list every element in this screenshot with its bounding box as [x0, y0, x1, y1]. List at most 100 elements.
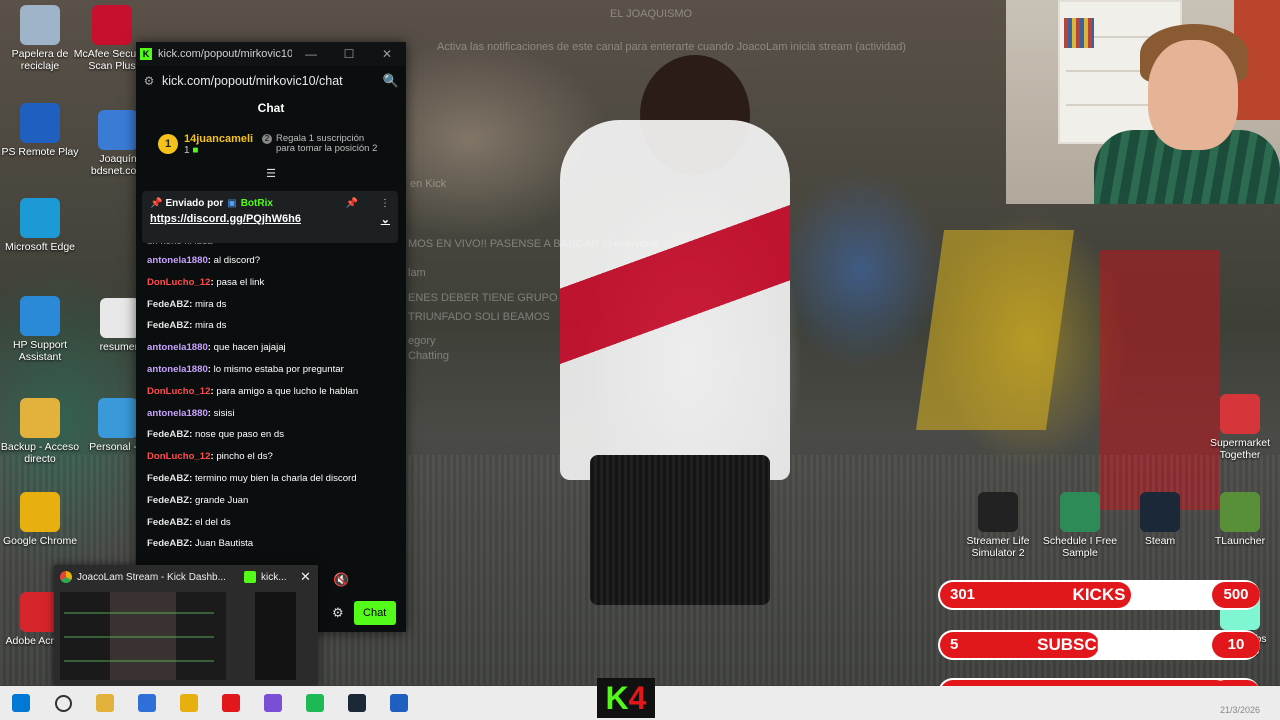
desktop-icon[interactable]: TLauncher [1200, 492, 1280, 547]
site-settings-icon[interactable]: ⚙ [136, 74, 162, 88]
chat-username[interactable]: antonela1880 [147, 255, 208, 266]
collapse-leaderboard-icon[interactable]: ☰ [136, 168, 406, 182]
pinned-bot-name[interactable]: BotRix [241, 198, 273, 209]
pinned-message[interactable]: 📌 Enviado por ▣ BotRix 📌 ⋮ https://disco… [142, 191, 398, 243]
chat-username[interactable]: FedeABZ [147, 538, 189, 549]
maximize-button[interactable]: ☐ [330, 47, 368, 61]
document-icon [100, 298, 140, 338]
taskbar-button[interactable] [42, 686, 84, 720]
streamer-life-icon [978, 492, 1018, 532]
rank-two-icon: 2 [262, 134, 272, 144]
desktop-icon[interactable]: Steam [1120, 492, 1200, 547]
chat-message: antonela1880: que hacen jajajaj [136, 337, 406, 359]
chat-username[interactable]: FedeABZ [147, 299, 189, 310]
mute-icon[interactable]: 🔇 [333, 572, 349, 588]
goal-max: 10 [1212, 632, 1260, 658]
kick-chat-window[interactable]: K kick.com/popout/mirkovic10... — ☐ ✕ ⚙ … [136, 42, 406, 632]
mcafee-icon [92, 5, 132, 45]
goal-counter: 5 SUBSCRIBERS 10 [938, 630, 1260, 660]
unpin-icon[interactable]: 📌 [346, 198, 358, 209]
desktop-icon[interactable]: Google Chrome [0, 492, 80, 547]
chat-message-partial: un nono hi idea [136, 242, 406, 250]
chat-username[interactable]: FedeABZ [147, 320, 189, 331]
desktop-icon[interactable]: HP Support Assistant [0, 296, 80, 363]
chat-message: FedeABZ: mira ds [136, 315, 406, 337]
taskbar-preview[interactable]: JoacoLam Stream - Kick Dashb... kick... … [54, 565, 318, 685]
chat-username[interactable]: DonLucho_12 [147, 277, 210, 288]
preview-thumbnail-kick[interactable] [255, 592, 296, 680]
search-icon [54, 694, 72, 712]
chat-text: grande Juan [194, 494, 249, 506]
chat-settings-icon[interactable]: ⚙ [332, 605, 344, 621]
send-chat-button[interactable]: Chat [353, 601, 396, 625]
chat-username[interactable]: FedeABZ [147, 473, 189, 484]
taskbar-button[interactable] [336, 686, 378, 720]
taskbar-button[interactable] [0, 686, 42, 720]
desktop-icon[interactable]: Papelera de reciclaje [0, 5, 80, 72]
desktop-icon[interactable]: Supermarket Together [1200, 394, 1280, 461]
chat-username[interactable]: FedeABZ [147, 517, 189, 528]
chat-text: nose que paso en ds [194, 429, 285, 441]
window-titlebar[interactable]: K kick.com/popout/mirkovic10... — ☐ ✕ [136, 42, 406, 66]
taskbar-button[interactable] [84, 686, 126, 720]
url-text[interactable]: kick.com/popout/mirkovic10/chat [162, 74, 376, 88]
chat-username[interactable]: DonLucho_12 [147, 451, 210, 462]
chrome-shortcut-icon [98, 110, 138, 150]
overlay-line: MOS EN VIVO!! PASENSE A BANCAR @everyone [408, 238, 659, 250]
gift-prompt[interactable]: 2 Regala 1 suscripción para tomar la pos… [262, 134, 384, 154]
ps-remote-play-icon [20, 103, 60, 143]
taskbar-button[interactable] [252, 686, 294, 720]
leader-count: 1 [184, 144, 190, 156]
goal-max: 500 [1212, 582, 1260, 608]
leader-username[interactable]: 14juancameli [184, 133, 253, 145]
minimize-button[interactable]: — [292, 47, 330, 61]
desktop-icon-label: PS Remote Play [1, 146, 79, 158]
preview-tab-label: kick... [261, 571, 287, 583]
tlauncher-icon [1220, 492, 1260, 532]
chat-username[interactable]: DonLucho_12 [147, 386, 210, 397]
desktop-icon-label: Backup - Acceso directo [0, 441, 80, 465]
chat-text: Juan Bautista [194, 538, 254, 550]
chat-message: antonela1880: sisisi [136, 403, 406, 425]
zoom-icon[interactable]: 🔍 [376, 73, 406, 89]
streamer-face [1148, 40, 1238, 150]
overlay-line: Chatting [408, 350, 449, 362]
chrome-icon [60, 571, 72, 583]
chevron-down-icon[interactable]: ⌄ [381, 213, 390, 226]
taskbar-button[interactable] [378, 686, 420, 720]
desktop-icon[interactable]: Streamer Life Simulator 2 [958, 492, 1038, 559]
address-bar[interactable]: ⚙ kick.com/popout/mirkovic10/chat 🔍 [136, 66, 406, 96]
taskbar-date: 21/3/2026 [1219, 705, 1260, 715]
taskbar-button[interactable] [210, 686, 252, 720]
taskbar-button[interactable] [168, 686, 210, 720]
desktop-icon-label: Microsoft Edge [4, 241, 76, 253]
bot-badge-icon: ▣ [227, 198, 237, 209]
more-options-icon[interactable]: ⋮ [380, 198, 390, 209]
discord-link[interactable]: https://discord.gg/PQjhW6h6 [150, 213, 301, 226]
preview-tab-dashboard[interactable]: JoacoLam Stream - Kick Dashb... [54, 571, 232, 583]
chat-username[interactable]: antonela1880 [147, 342, 208, 353]
overlay-line: TRIUNFADO SOLI BEAMOS [408, 311, 550, 323]
chat-username[interactable]: antonela1880 [147, 408, 208, 419]
chat-text: el del ds [194, 516, 231, 528]
recycle-bin-icon [20, 5, 60, 45]
ea-app-icon [222, 694, 240, 712]
desktop-icon-label: HP Support Assistant [12, 339, 68, 363]
chat-username[interactable]: antonela1880 [147, 364, 208, 375]
pinned-sent-by: Enviado por [165, 198, 224, 209]
k4-letter: K [605, 679, 629, 716]
desktop-icon[interactable]: Backup - Acceso directo [0, 398, 80, 465]
taskbar-button[interactable] [294, 686, 336, 720]
desktop-icon[interactable]: PS Remote Play [0, 103, 80, 158]
close-preview-icon[interactable]: ✕ [300, 569, 311, 585]
preview-tab-kick[interactable]: kick... [238, 571, 298, 583]
chat-username[interactable]: FedeABZ [147, 429, 189, 440]
chat-username[interactable]: FedeABZ [147, 495, 189, 506]
edge-icon [20, 198, 60, 238]
close-button[interactable]: ✕ [368, 47, 406, 61]
desktop-icon[interactable]: Schedule I Free Sample [1040, 492, 1120, 559]
taskbar-button[interactable] [126, 686, 168, 720]
preview-thumbnail-dashboard[interactable] [60, 592, 226, 680]
crowd-flag-yellow [915, 230, 1075, 430]
desktop-icon[interactable]: Microsoft Edge [0, 198, 80, 253]
